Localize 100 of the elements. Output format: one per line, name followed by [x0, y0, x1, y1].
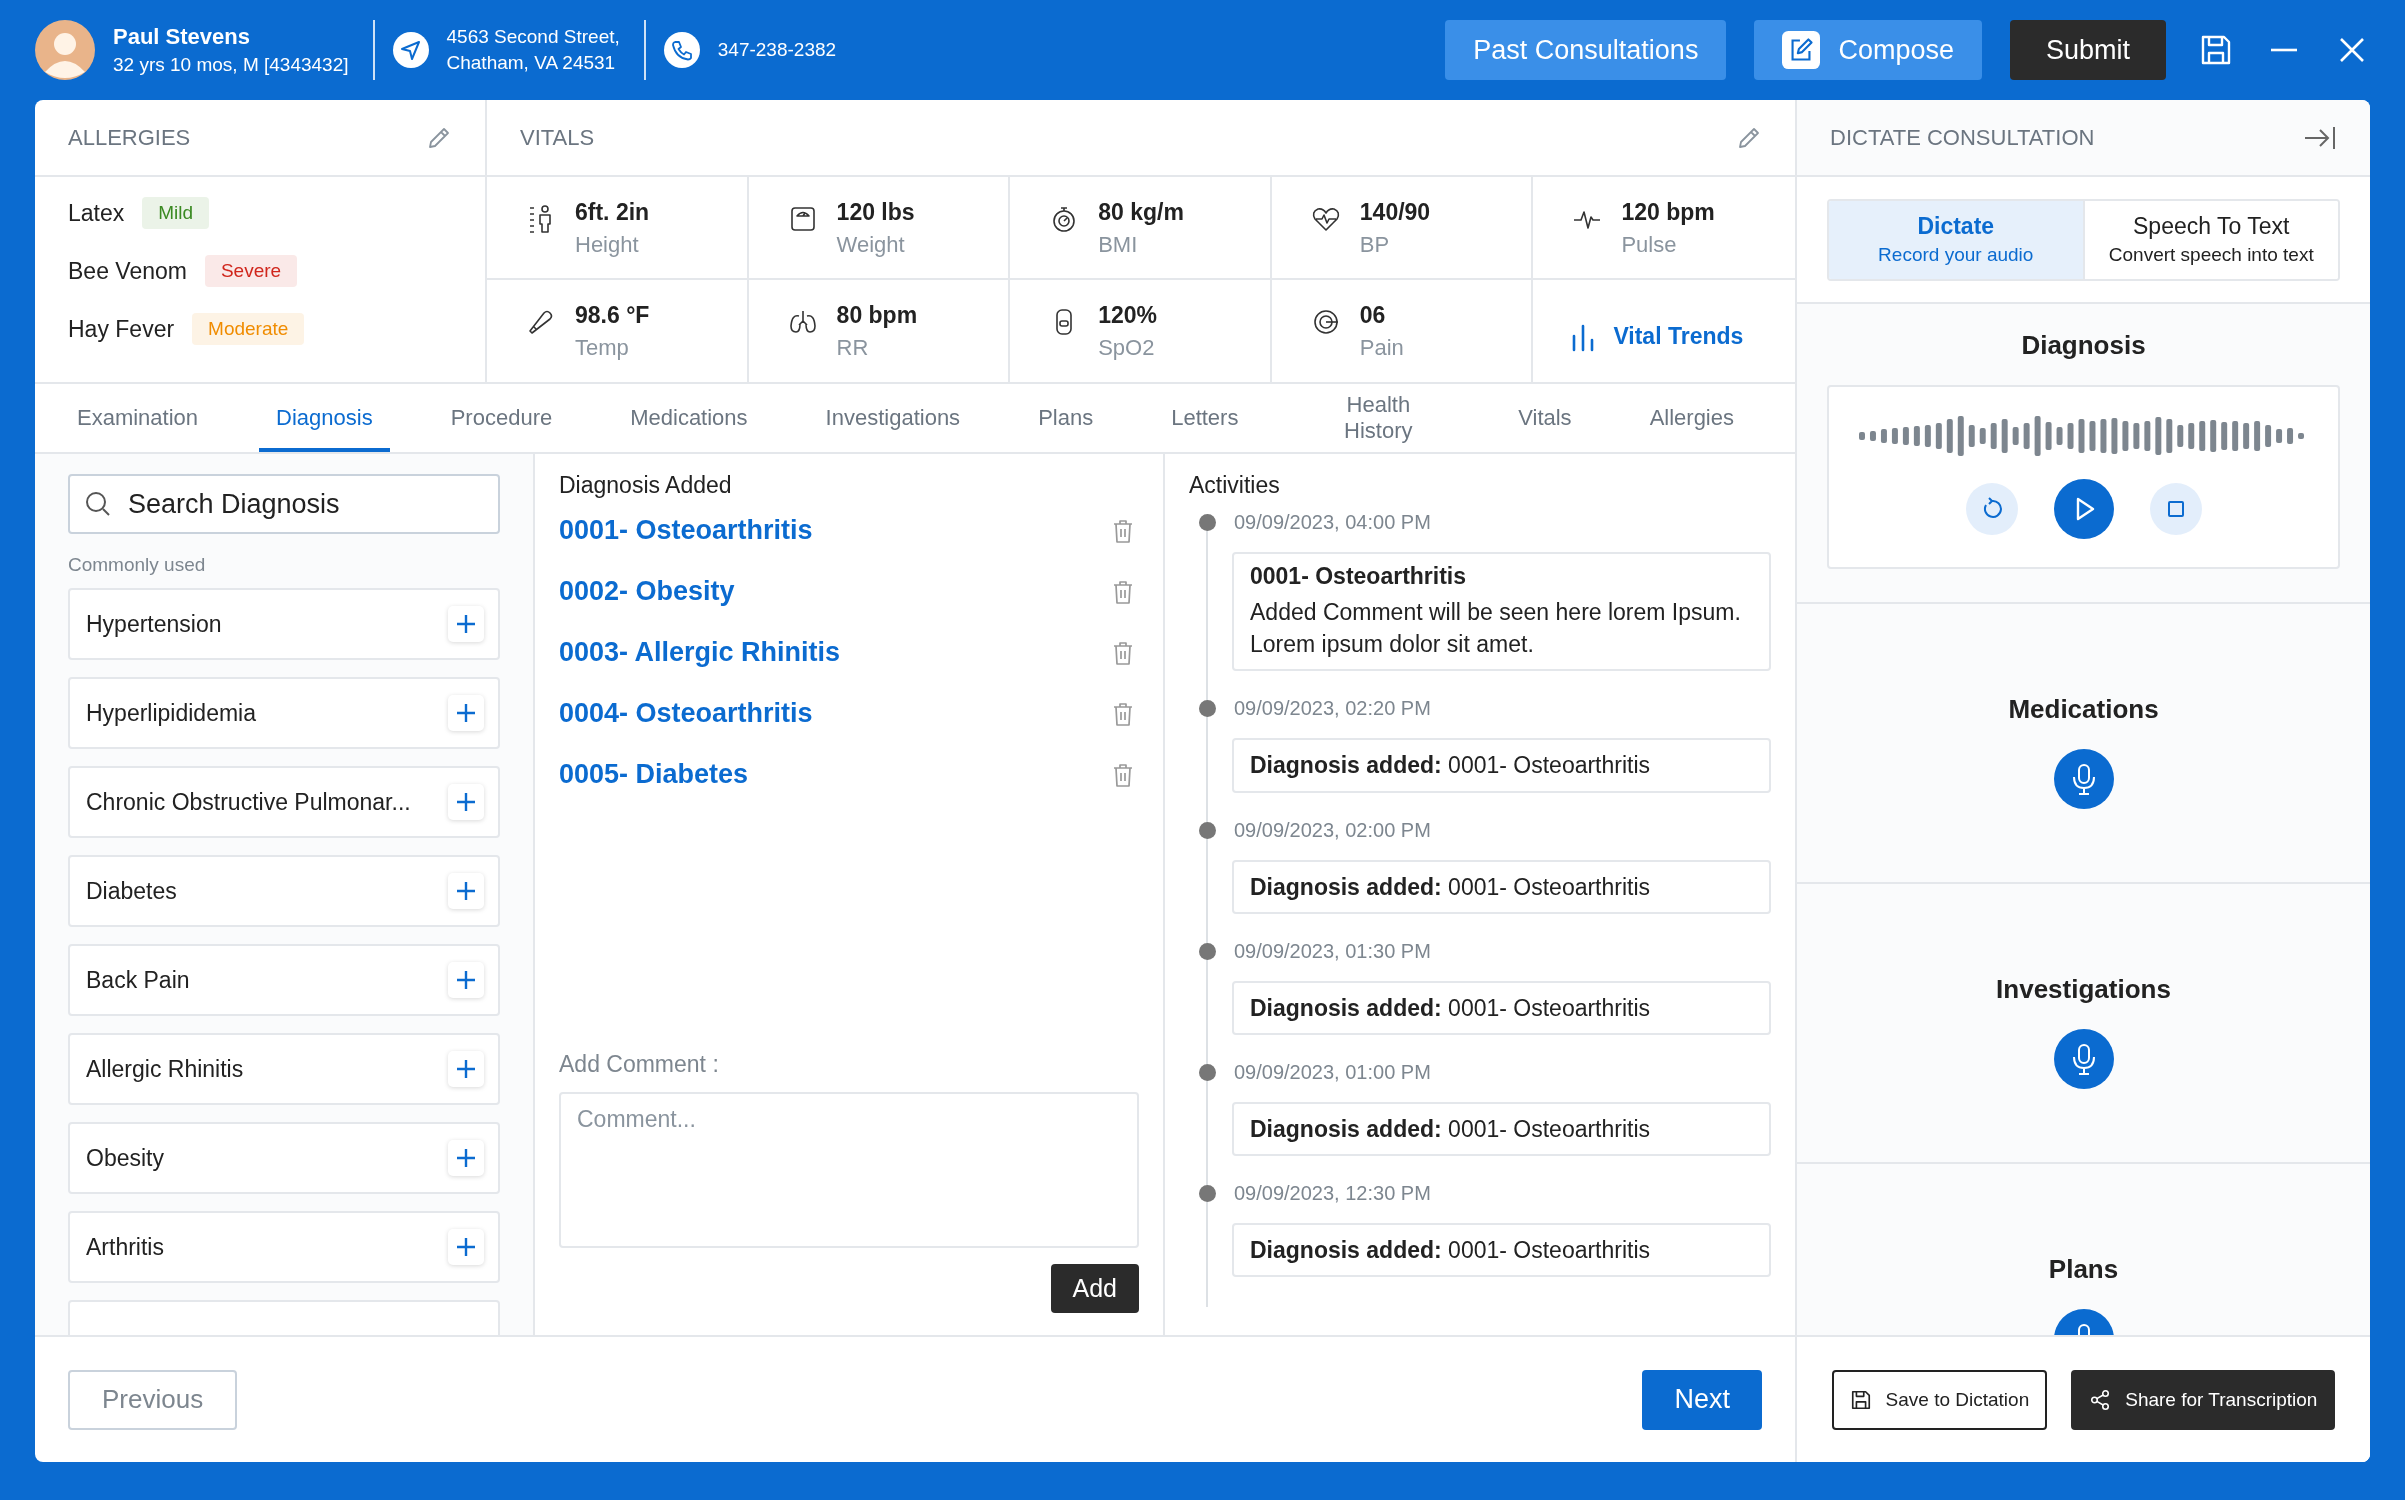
mode-tab[interactable]: Dictate Record your audio	[1829, 200, 2083, 279]
activity-time: 09/09/2023, 12:30 PM	[1234, 1182, 1431, 1206]
tab[interactable]: Medications	[613, 384, 765, 452]
tab[interactable]: Plans	[1021, 384, 1111, 452]
submit-button[interactable]: Submit	[2009, 20, 2166, 80]
tab[interactable]: Examination	[60, 384, 216, 452]
vital-label: BMI	[1098, 232, 1139, 258]
diagnosis-link[interactable]: 0005- Diabetes	[559, 759, 749, 790]
microphone-icon[interactable]	[2053, 749, 2114, 809]
allergy-name: Latex	[68, 199, 125, 227]
diagnosis-link[interactable]: 0002- Obesity	[559, 576, 735, 607]
tab[interactable]: Health History	[1299, 384, 1458, 452]
vital-label: BP	[1359, 232, 1391, 258]
timeline-dot	[1199, 700, 1216, 718]
activity-text: Diagnosis added: 0001- Osteoarthritis	[1250, 872, 1652, 902]
vital-trends-link[interactable]: Vital Trends	[1571, 321, 1744, 352]
save-icon	[1849, 1388, 1872, 1411]
diagnosis-option[interactable]: Back Pain	[68, 944, 500, 1016]
vital-label: Height	[575, 232, 640, 258]
patient-name: Paul Stevens	[113, 24, 251, 50]
microphone-icon[interactable]	[2053, 1029, 2114, 1089]
tab[interactable]: Vitals	[1501, 384, 1589, 452]
share-icon	[2089, 1388, 2112, 1411]
play-icon[interactable]	[2053, 479, 2114, 539]
activity-text: Added Comment will be seen here lorem Ipsum. Lorem ipsum dolor sit amet.	[1250, 598, 1742, 660]
previous-button[interactable]: Previous	[68, 1369, 238, 1430]
diagnosis-name: Hypertension	[86, 610, 222, 638]
compose-button[interactable]: Compose	[1754, 20, 1982, 80]
next-button[interactable]: Next	[1642, 1369, 1762, 1430]
vital-value: 120%	[1098, 301, 1157, 329]
vital-label: Pain	[1359, 334, 1404, 361]
diagnosis-link[interactable]: 0001- Osteoarthritis	[559, 515, 813, 546]
activity-text: Diagnosis added: 0001- Osteoarthritis	[1250, 751, 1652, 781]
replay-icon[interactable]	[1965, 483, 2018, 535]
diagnosis-option[interactable]: Hyperlipididemia	[68, 677, 500, 749]
tab[interactable]: Allergies	[1632, 384, 1751, 452]
dictation-section-title: Medications	[2008, 694, 2159, 725]
search-icon	[84, 490, 112, 518]
section-label: Commonly used	[68, 554, 207, 576]
allergy-name: Bee Venom	[68, 257, 187, 285]
diagnosis-option[interactable]: Arthritis	[68, 1211, 500, 1283]
phone-number: 347-238-2382	[717, 39, 837, 61]
vital-value: 6ft. 2in	[575, 199, 650, 226]
search-field[interactable]: Search Diagnosis	[68, 474, 500, 534]
patient-details: 32 yrs 10 mos, M [4343432]	[113, 54, 349, 76]
diagnosis-link[interactable]: 0004- Osteoarthritis	[559, 698, 813, 729]
edit-icon	[1782, 31, 1821, 69]
past-consultations-button[interactable]: Past Consultations	[1445, 20, 1727, 80]
diagnosis-name: Chronic Obstructive Pulmonar...	[86, 788, 411, 816]
diagnosis-option[interactable]: Hypertension	[68, 588, 500, 660]
timeline-dot	[1199, 821, 1216, 839]
tab[interactable]: Procedure	[433, 384, 570, 452]
vital-label: Pulse	[1621, 232, 1678, 258]
activity-time: 09/09/2023, 01:30 PM	[1234, 939, 1431, 963]
diagnosis-option[interactable]: Allergic Rhinitis	[68, 1033, 500, 1105]
vital-value: 120 lbs	[836, 199, 915, 226]
diagnosis-option[interactable]: Obesity	[68, 1122, 500, 1194]
activity-text: Diagnosis added: 0001- Osteoarthritis	[1250, 993, 1652, 1023]
severity-tag: Mild	[142, 197, 210, 229]
tab[interactable]: Letters	[1154, 384, 1256, 452]
vital-value: 80 bpm	[836, 301, 918, 329]
section-title: Diagnosis Added	[559, 472, 733, 499]
diagnosis-name: Back Pain	[86, 966, 190, 994]
tab[interactable]: Investigations	[808, 384, 978, 452]
diagnosis-option[interactable]: Diabetes	[68, 855, 500, 927]
activity-text: Diagnosis added: 0001- Osteoarthritis	[1250, 1236, 1652, 1266]
timeline-dot	[1199, 942, 1216, 960]
vital-label: RR	[836, 334, 870, 361]
dictation-section-title: Investigations	[1996, 974, 2171, 1005]
diagnosis-option[interactable]: Chronic Obstructive Pulmonar...	[68, 766, 500, 838]
timeline-dot	[1199, 514, 1216, 531]
address-line: Chatham, VA 24531	[446, 52, 617, 74]
section-title: ALLERGIES	[68, 124, 191, 151]
severity-tag: Moderate	[192, 313, 305, 345]
activity-time: 09/09/2023, 04:00 PM	[1234, 511, 1431, 534]
diagnosis-name: Diabetes	[86, 877, 177, 905]
timeline-dot	[1199, 1185, 1216, 1203]
diagnosis-name: Hyperlipididemia	[86, 699, 257, 727]
vital-value: 140/90	[1359, 199, 1431, 226]
comment-field[interactable]: Comment...	[559, 1092, 1139, 1248]
vital-value: 120 bpm	[1621, 199, 1715, 226]
dictation-section-title: Diagnosis	[2021, 330, 2146, 361]
address-line: 4563 Second Street,	[446, 26, 620, 48]
vital-value: 80 kg/m	[1098, 199, 1184, 226]
section-title: VITALS	[520, 124, 595, 151]
diagnosis-name: Arthritis	[86, 1233, 164, 1261]
save-to-dictation-button[interactable]: Save to Dictation	[1831, 1369, 2048, 1430]
vital-value: 98.6 °F	[575, 301, 650, 329]
add-button[interactable]: Add	[1050, 1264, 1139, 1313]
activity-time: 09/09/2023, 02:20 PM	[1234, 697, 1431, 721]
section-title: Activities	[1189, 472, 1281, 499]
severity-tag: Severe	[204, 255, 298, 287]
allergy-name: Hay Fever	[68, 315, 175, 343]
comment-label: Add Comment :	[559, 1051, 720, 1078]
section-title: DICTATE CONSULTATION	[1830, 124, 2095, 151]
timeline-dot	[1199, 1063, 1216, 1081]
mode-tab[interactable]: Speech To Text Convert speech into text	[2082, 200, 2338, 279]
diagnosis-link[interactable]: 0003- Allergic Rhinitis	[559, 637, 841, 668]
stop-icon[interactable]	[2149, 483, 2202, 535]
share-for-transcription-button[interactable]: Share for Transcription	[2071, 1369, 2336, 1430]
